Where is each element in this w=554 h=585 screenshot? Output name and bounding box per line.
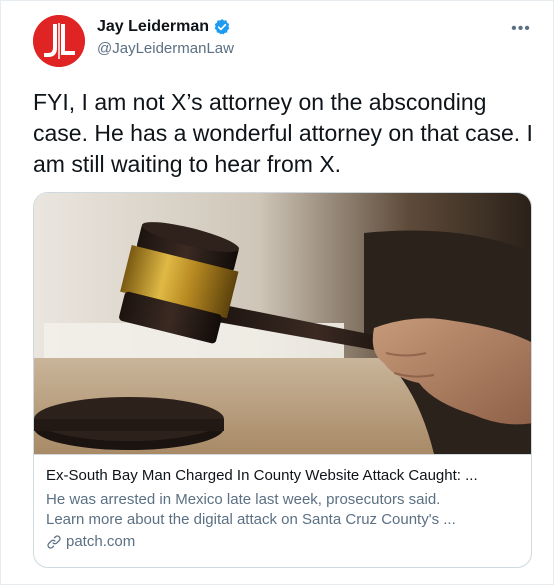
card-description-line-1: He was arrested in Mexico late last week… xyxy=(46,491,441,508)
tweet-text: FYI, I am not X’s attorney on the abscon… xyxy=(33,89,533,177)
display-name[interactable]: Jay Leiderman xyxy=(97,18,209,36)
link-card[interactable]: Ex-South Bay Man Charged In County Websi… xyxy=(33,192,532,568)
verified-badge-icon xyxy=(213,18,231,36)
avatar[interactable] xyxy=(33,15,85,67)
tweet: Jay Leiderman @JayLeidermanLaw ••• FYI, … xyxy=(0,0,554,585)
card-description: He was arrested in Mexico late last week… xyxy=(46,490,519,530)
card-description-line-2: Learn more about the digital attack on S… xyxy=(46,511,456,528)
card-domain-text: patch.com xyxy=(66,533,136,550)
display-name-row: Jay Leiderman xyxy=(97,18,234,36)
link-icon xyxy=(46,534,62,550)
handle[interactable]: @JayLeidermanLaw xyxy=(97,40,234,57)
jl-logo-icon xyxy=(33,15,85,67)
more-options-button[interactable]: ••• xyxy=(509,19,533,39)
card-title: Ex-South Bay Man Charged In County Websi… xyxy=(46,467,478,484)
card-image-gavel xyxy=(34,193,531,454)
more-icon: ••• xyxy=(511,20,531,37)
author-names: Jay Leiderman @JayLeidermanLaw xyxy=(97,18,234,57)
card-body: Ex-South Bay Man Charged In County Websi… xyxy=(34,454,531,552)
card-domain: patch.com xyxy=(46,532,519,552)
